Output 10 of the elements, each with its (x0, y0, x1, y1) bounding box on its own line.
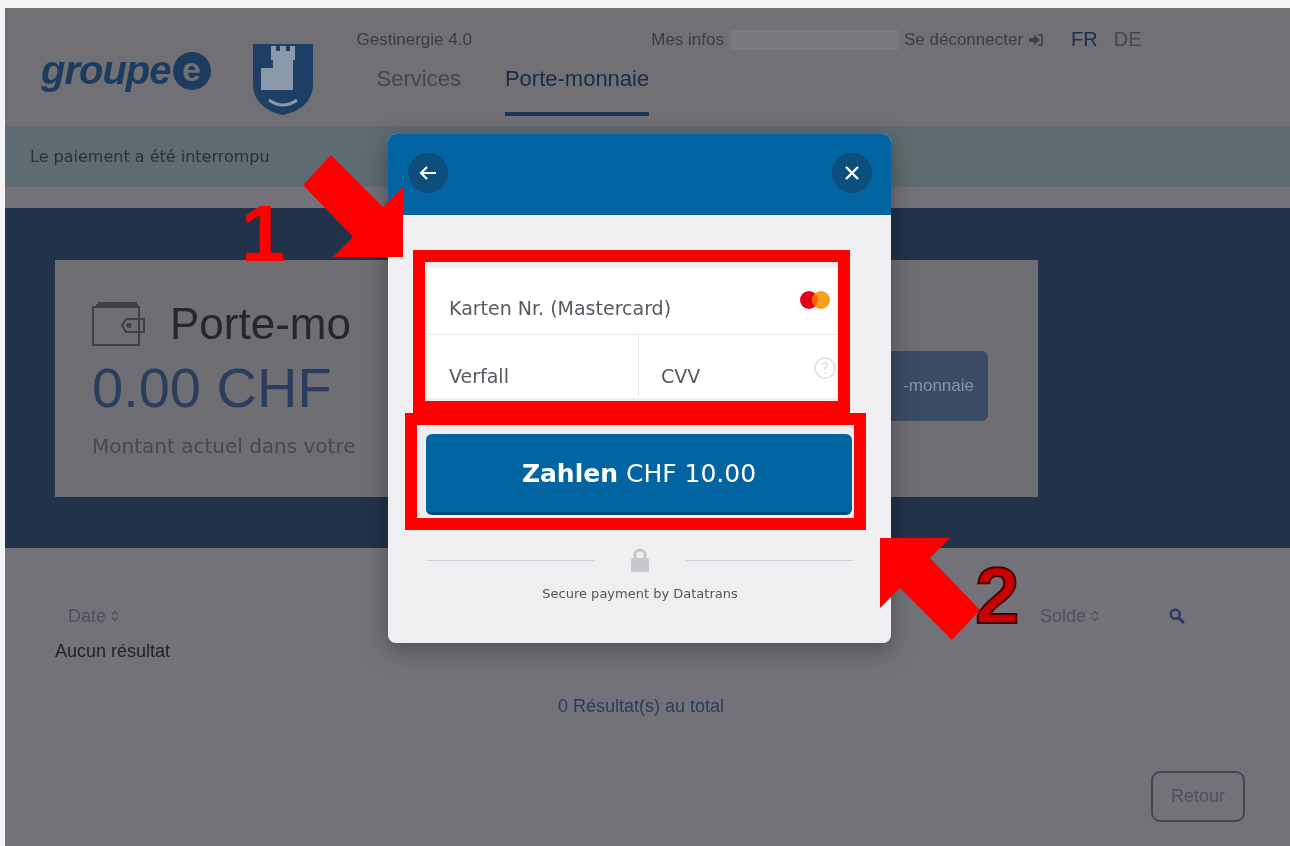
result-count: 0 Résultat(s) au total (558, 696, 726, 717)
empty-message: Aucun résultat (55, 641, 172, 662)
logo-text: groupe (41, 48, 171, 93)
step-number: 1 (241, 194, 286, 274)
alert-text: Le paiement a été interrompu (30, 147, 270, 166)
logo-mark: e (172, 51, 211, 90)
wallet-amount: 0.00 CHF (92, 355, 332, 420)
wallet-title: Porte-mo (170, 299, 351, 349)
secure-note: Secure payment by Datatrans (541, 586, 739, 601)
step-number: 2 (975, 556, 1020, 636)
